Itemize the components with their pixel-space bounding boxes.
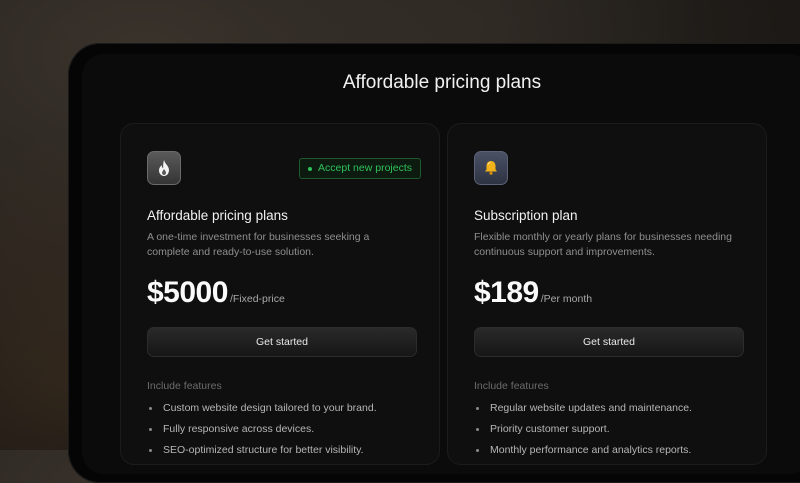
feature-item: Priority customer support. [474,422,692,443]
bell-icon [474,151,508,185]
features-heading: Include features [474,380,549,392]
plan-description: Flexible monthly or yearly plans for bus… [474,231,732,258]
feature-list: Custom website design tailored to your b… [147,401,377,464]
flame-icon [147,151,181,185]
price-amount: $5000 [147,276,228,309]
feature-list: Regular website updates and maintenance.… [474,401,692,464]
plan-name: Affordable pricing plans [147,208,288,223]
feature-item: Monthly performance and analytics report… [474,443,692,464]
price-row: $5000 /Fixed-price [147,276,285,310]
feature-item: Custom website design tailored to your b… [147,401,377,422]
price-unit: /Fixed-price [229,293,285,305]
feature-item: Regular website updates and maintenance. [474,401,692,422]
status-badge: Accept new projects [299,158,421,179]
plan-description: A one-time investment for businesses see… [147,231,370,258]
status-dot-icon [308,166,313,171]
page-title: Affordable pricing plans [342,72,542,93]
feature-item: SEO-optimized structure for better visib… [147,443,377,464]
pricing-card-fixed: Accept new projects Affordable pricing p… [120,123,440,465]
get-started-button[interactable]: Get started [147,327,417,357]
feature-item: Fully responsive across devices. [147,422,377,443]
features-heading: Include features [147,380,222,392]
pricing-card-subscription: Subscription plan Flexible monthly or ye… [447,123,767,465]
page-heading-wrap: Affordable pricing plans [0,72,800,94]
status-badge-label: Accept new projects [318,162,412,174]
price-unit: /Per month [540,293,593,305]
price-row: $189 /Per month [474,276,592,310]
price-amount: $189 [474,276,539,309]
get-started-button[interactable]: Get started [474,327,744,357]
plan-name: Subscription plan [474,208,578,223]
